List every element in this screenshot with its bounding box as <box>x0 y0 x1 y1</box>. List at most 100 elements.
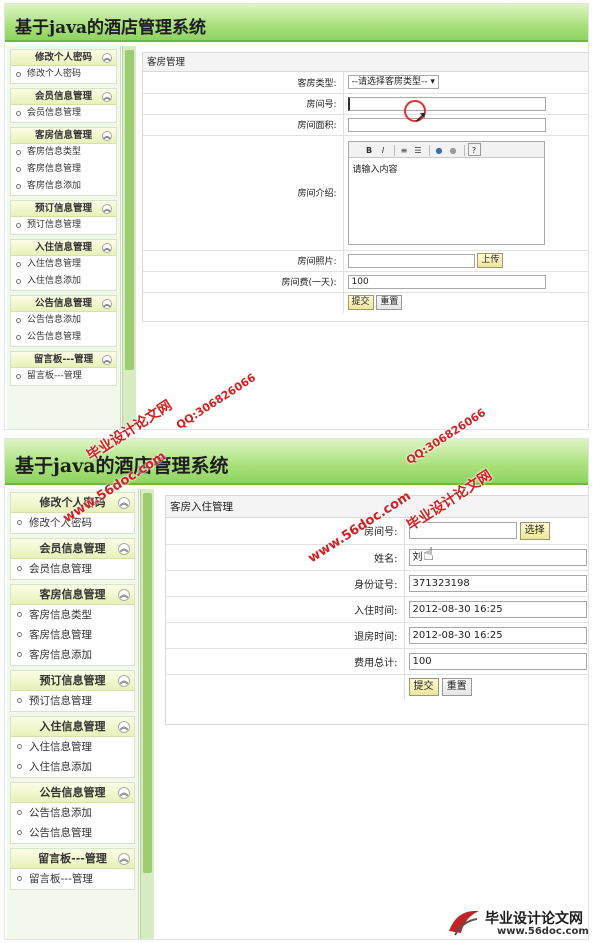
help-icon[interactable]: ? <box>467 142 481 156</box>
id-number-input[interactable]: 371323198 <box>408 574 587 592</box>
scrollbar-thumb[interactable] <box>125 50 134 370</box>
guest-name-input[interactable]: 刘 <box>408 548 587 566</box>
collapse-icon[interactable]: ︽ <box>118 721 130 733</box>
menu-group-header[interactable]: 留言板---管理 ︽ <box>11 849 134 869</box>
room-number-input[interactable] <box>408 522 517 540</box>
link-icon[interactable]: ● <box>433 144 446 157</box>
form-row: 房间面积: <box>143 114 588 136</box>
room-number-input[interactable] <box>347 96 546 111</box>
checkin-time-input[interactable]: 2012-08-30 16:25 <box>408 600 587 618</box>
collapse-icon[interactable]: ︽ <box>102 243 112 253</box>
logo-url: www.56doc.com <box>497 926 589 937</box>
sidebar-item-change-password[interactable]: 修改个人密码 <box>11 513 134 533</box>
collapse-icon[interactable]: ︽ <box>102 355 112 365</box>
sidebar-scrollbar[interactable] <box>122 46 136 429</box>
sidebar-item-room-manage[interactable]: 客房信息管理 <box>11 625 134 645</box>
sidebar-item-checkin-manage[interactable]: 入住信息管理 <box>11 737 134 757</box>
checkout-time-input[interactable]: 2012-08-30 16:25 <box>408 626 587 644</box>
collapse-icon[interactable]: ︽ <box>102 299 112 309</box>
reset-button[interactable]: 重置 <box>441 678 472 697</box>
unlink-icon[interactable]: ● <box>447 144 460 157</box>
menu-group-members: 会员信息管理 ︽ 会员信息管理 <box>10 88 117 123</box>
sidebar: 修改个人密码 ︽ 修改个人密码 会员信息管理 ︽ 会员信息管理 客房信息管理 ︽ 客房… <box>7 46 121 429</box>
editor-body[interactable]: 请输入内容 <box>349 158 544 179</box>
sidebar-item-messages[interactable]: 留言板---管理 <box>11 368 116 385</box>
menu-group-header[interactable]: 会员信息管理 ︽ <box>11 539 134 559</box>
room-area-input[interactable] <box>347 117 546 132</box>
room-number-label: 房间号: <box>166 518 405 545</box>
scrollbar-thumb[interactable] <box>143 493 152 873</box>
reset-button[interactable]: 重置 <box>376 295 403 311</box>
collapse-icon[interactable]: ︽ <box>102 204 112 214</box>
form-row: 房间号: 选择 <box>166 518 588 545</box>
submit-button[interactable]: 提交 <box>347 295 374 311</box>
sidebar-item-checkin-manage[interactable]: 入住信息管理 <box>11 256 116 273</box>
collapse-icon[interactable]: ︽ <box>102 53 112 63</box>
sidebar-item-members[interactable]: 会员信息管理 <box>11 105 116 122</box>
sidebar-item-messages[interactable]: 留言板---管理 <box>11 869 134 889</box>
sidebar-item-notice-manage[interactable]: 公告信息管理 <box>11 823 134 843</box>
italic-icon[interactable]: I <box>377 144 390 157</box>
collapse-icon[interactable]: ︽ <box>118 589 130 601</box>
sidebar-item-checkin-add[interactable]: 入住信息添加 <box>11 273 116 290</box>
collapse-icon[interactable]: ︽ <box>118 497 130 509</box>
sidebar-scrollbar[interactable] <box>140 489 154 939</box>
collapse-icon[interactable]: ︽ <box>118 853 130 865</box>
bullet-icon <box>17 810 22 815</box>
menu-group-header[interactable]: 客房信息管理 ︽ <box>11 585 134 605</box>
collapse-icon[interactable]: ︽ <box>118 543 130 555</box>
sidebar-item-booking[interactable]: 预订信息管理 <box>11 691 134 711</box>
menu-group-header[interactable]: 公告信息管理 ︽ <box>11 296 116 312</box>
choose-room-button[interactable]: 选择 <box>519 521 550 540</box>
form-row: 提交 重置 <box>166 674 588 700</box>
sidebar-item-members[interactable]: 会员信息管理 <box>11 559 134 579</box>
bold-icon[interactable]: B <box>363 144 376 157</box>
menu-group-header[interactable]: 留言板---管理 ︽ <box>11 352 116 368</box>
menu-group-password: 修改个人密码 ︽ 修改个人密码 <box>10 492 135 534</box>
menu-group-header[interactable]: 公告信息管理 ︽ <box>11 783 134 803</box>
sidebar-item-room-types[interactable]: 客房信息类型 <box>11 144 116 161</box>
form-row: 退房时间: 2012-08-30 16:25 <box>166 622 588 649</box>
sidebar-item-room-types[interactable]: 客房信息类型 <box>11 605 134 625</box>
room-type-select[interactable]: --请选择客房类型-- ▾ <box>347 75 439 90</box>
sidebar-item-notice-add[interactable]: 公告信息添加 <box>11 312 116 329</box>
room-form: 客房类型: --请选择客房类型-- ▾ 房间号: 房间面积: 房间介绍: B I ≡… <box>143 72 588 313</box>
mouse-cursor-icon: ➚ <box>414 107 428 126</box>
bullet-icon <box>17 632 22 637</box>
guest-name-label: 姓名: <box>166 544 405 571</box>
menu-group-header[interactable]: 客房信息管理 ︽ <box>11 128 116 144</box>
room-photo-input[interactable] <box>347 253 475 268</box>
bullet-icon <box>16 184 21 189</box>
menu-group-header[interactable]: 会员信息管理 ︽ <box>11 89 116 105</box>
form-row: 房间费(一天): 100 <box>143 271 588 293</box>
menu-group-header[interactable]: 预订信息管理 ︽ <box>11 201 116 217</box>
collapse-icon[interactable]: ︽ <box>102 92 112 102</box>
rich-text-editor[interactable]: B I ≡ ☰ ● ●? 请输入内容 <box>347 140 545 245</box>
total-cost-input[interactable]: 100 <box>408 652 587 670</box>
collapse-icon[interactable]: ︽ <box>102 131 112 141</box>
menu-group-header[interactable]: 入住信息管理 ︽ <box>11 240 116 256</box>
sidebar-item-room-add[interactable]: 客房信息添加 <box>11 645 134 665</box>
sidebar-item-checkin-add[interactable]: 入住信息添加 <box>11 757 134 777</box>
menu-group-header[interactable]: 修改个人密码 ︽ <box>11 50 116 66</box>
submit-button[interactable]: 提交 <box>408 678 439 697</box>
menu-group-header[interactable]: 预订信息管理 ︽ <box>11 671 134 691</box>
sidebar-item-notice-manage[interactable]: 公告信息管理 <box>11 329 116 346</box>
sidebar-item-room-add[interactable]: 客房信息添加 <box>11 178 116 195</box>
ordered-list-icon[interactable]: ≡ <box>398 144 411 157</box>
sidebar-item-change-password[interactable]: 修改个人密码 <box>11 66 116 83</box>
sidebar-item-booking[interactable]: 预订信息管理 <box>11 217 116 234</box>
upload-button[interactable]: 上传 <box>477 253 504 268</box>
sidebar-item-notice-add[interactable]: 公告信息添加 <box>11 803 134 823</box>
menu-group-header[interactable]: 修改个人密码 ︽ <box>11 493 134 513</box>
bullet-icon <box>17 876 22 881</box>
collapse-icon[interactable]: ︽ <box>118 787 130 799</box>
panel-title: 客房入住管理 <box>166 496 588 518</box>
sidebar-item-room-manage[interactable]: 客房信息管理 <box>11 161 116 178</box>
room-price-input[interactable]: 100 <box>347 274 546 289</box>
editor-toolbar: B I ≡ ☰ ● ●? <box>348 141 544 158</box>
unordered-list-icon[interactable]: ☰ <box>412 144 425 157</box>
bullet-icon <box>17 566 22 571</box>
menu-group-header[interactable]: 入住信息管理 ︽ <box>11 717 134 737</box>
collapse-icon[interactable]: ︽ <box>118 675 130 687</box>
